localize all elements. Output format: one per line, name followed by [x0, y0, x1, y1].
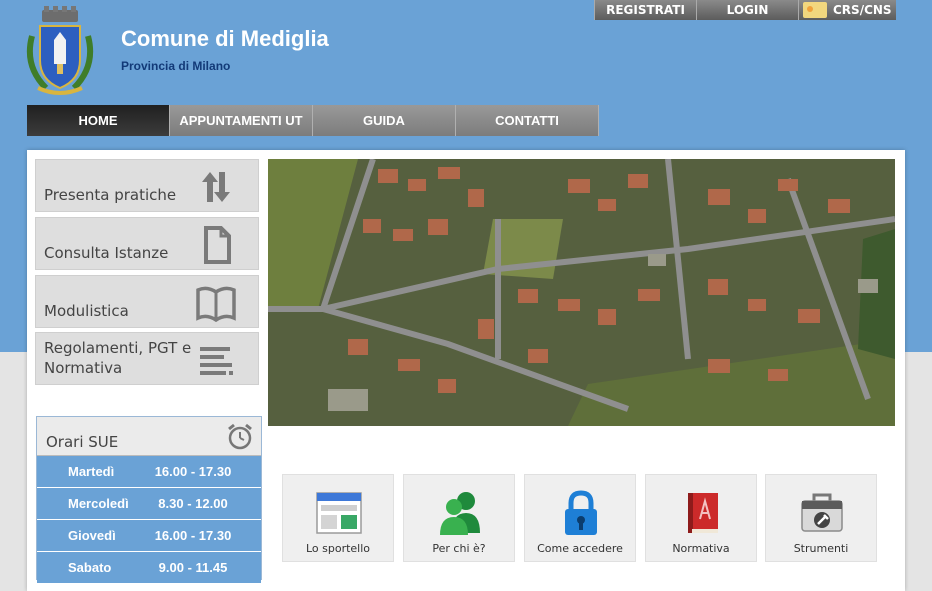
office-hours-box: Orari SUE Martedì 16.00 - 17.30 Mercoled… [36, 416, 262, 584]
sidebar-item-presenta-pratiche[interactable]: Presenta pratiche [35, 159, 259, 212]
alarm-clock-icon [228, 423, 252, 450]
hours-row: Martedì 16.00 - 17.30 [37, 456, 261, 488]
users-icon [440, 492, 480, 535]
tile-come-accedere[interactable]: Come accedere [524, 474, 636, 562]
register-link[interactable]: REGISTRATI [594, 0, 696, 20]
hours-day: Martedì [68, 464, 115, 479]
hours-time: 8.30 - 12.00 [158, 496, 228, 511]
hours-row: Giovedì 16.00 - 17.30 [37, 520, 261, 552]
tile-label: Per chi è? [432, 542, 486, 555]
red-book-icon [688, 493, 718, 533]
nav-appuntamenti[interactable]: APPUNTAMENTI UT [170, 105, 313, 136]
aerial-map-image [268, 159, 895, 426]
tile-per-chi-e[interactable]: Per chi è? [403, 474, 515, 562]
office-hours-header: Orari SUE [37, 417, 261, 456]
sidebar-item-label: Regolamenti, PGT e Normativa [44, 339, 192, 377]
sidebar-item-label: Consulta Istanze [44, 244, 169, 262]
tile-lo-sportello[interactable]: Lo sportello [282, 474, 394, 562]
text-lines-icon [200, 347, 233, 375]
document-icon [204, 226, 231, 264]
hours-time: 9.00 - 11.45 [158, 560, 228, 575]
hours-day: Mercoledì [68, 496, 129, 511]
tile-strumenti[interactable]: Strumenti [765, 474, 877, 562]
open-book-icon [196, 286, 236, 322]
nav-contatti[interactable]: CONTATTI [456, 105, 599, 136]
hours-day: Giovedì [68, 528, 116, 543]
site-title: Comune di Mediglia [121, 26, 329, 51]
hours-time: 16.00 - 17.30 [154, 464, 232, 479]
tile-label: Strumenti [793, 542, 849, 555]
content-panel: Presenta pratiche Consulta Istanze Modul… [27, 150, 905, 591]
user-links: REGISTRATI LOGIN CRS/CNS [594, 0, 896, 20]
tile-label: Normativa [672, 542, 730, 555]
main-nav: HOME APPUNTAMENTI UT GUIDA CONTATTI [27, 105, 599, 136]
nav-home[interactable]: HOME [27, 105, 170, 136]
sidebar-item-label: Modulistica [44, 302, 129, 320]
sidebar-item-regolamenti[interactable]: Regolamenti, PGT e Normativa [35, 332, 259, 385]
sort-arrows-icon [202, 172, 230, 202]
sidebar-item-consulta-istanze[interactable]: Consulta Istanze [35, 217, 259, 270]
browser-window-icon [316, 492, 362, 534]
coat-of-arms-logo[interactable] [24, 6, 96, 98]
padlock-icon [565, 490, 597, 535]
smart-card-icon [803, 2, 827, 18]
hours-row: Sabato 9.00 - 11.45 [37, 552, 261, 584]
crs-cns-link[interactable]: CRS/CNS [798, 0, 896, 20]
nav-guida[interactable]: GUIDA [313, 105, 456, 136]
tile-label: Lo sportello [305, 542, 371, 555]
sidebar-item-modulistica[interactable]: Modulistica [35, 275, 259, 328]
hours-time: 16.00 - 17.30 [154, 528, 232, 543]
sidebar-item-label: Presenta pratiche [44, 186, 177, 204]
site-subtitle: Provincia di Milano [121, 59, 231, 73]
office-hours-title: Orari SUE [46, 433, 119, 451]
tile-normativa[interactable]: Normativa [645, 474, 757, 562]
crs-cns-label: CRS/CNS [833, 3, 892, 17]
hours-row: Mercoledì 8.30 - 12.00 [37, 488, 261, 520]
tile-label: Come accedere [537, 542, 623, 555]
hours-day: Sabato [68, 560, 112, 575]
login-link[interactable]: LOGIN [696, 0, 798, 20]
toolbox-icon [801, 493, 843, 532]
aerial-photo [268, 159, 895, 426]
